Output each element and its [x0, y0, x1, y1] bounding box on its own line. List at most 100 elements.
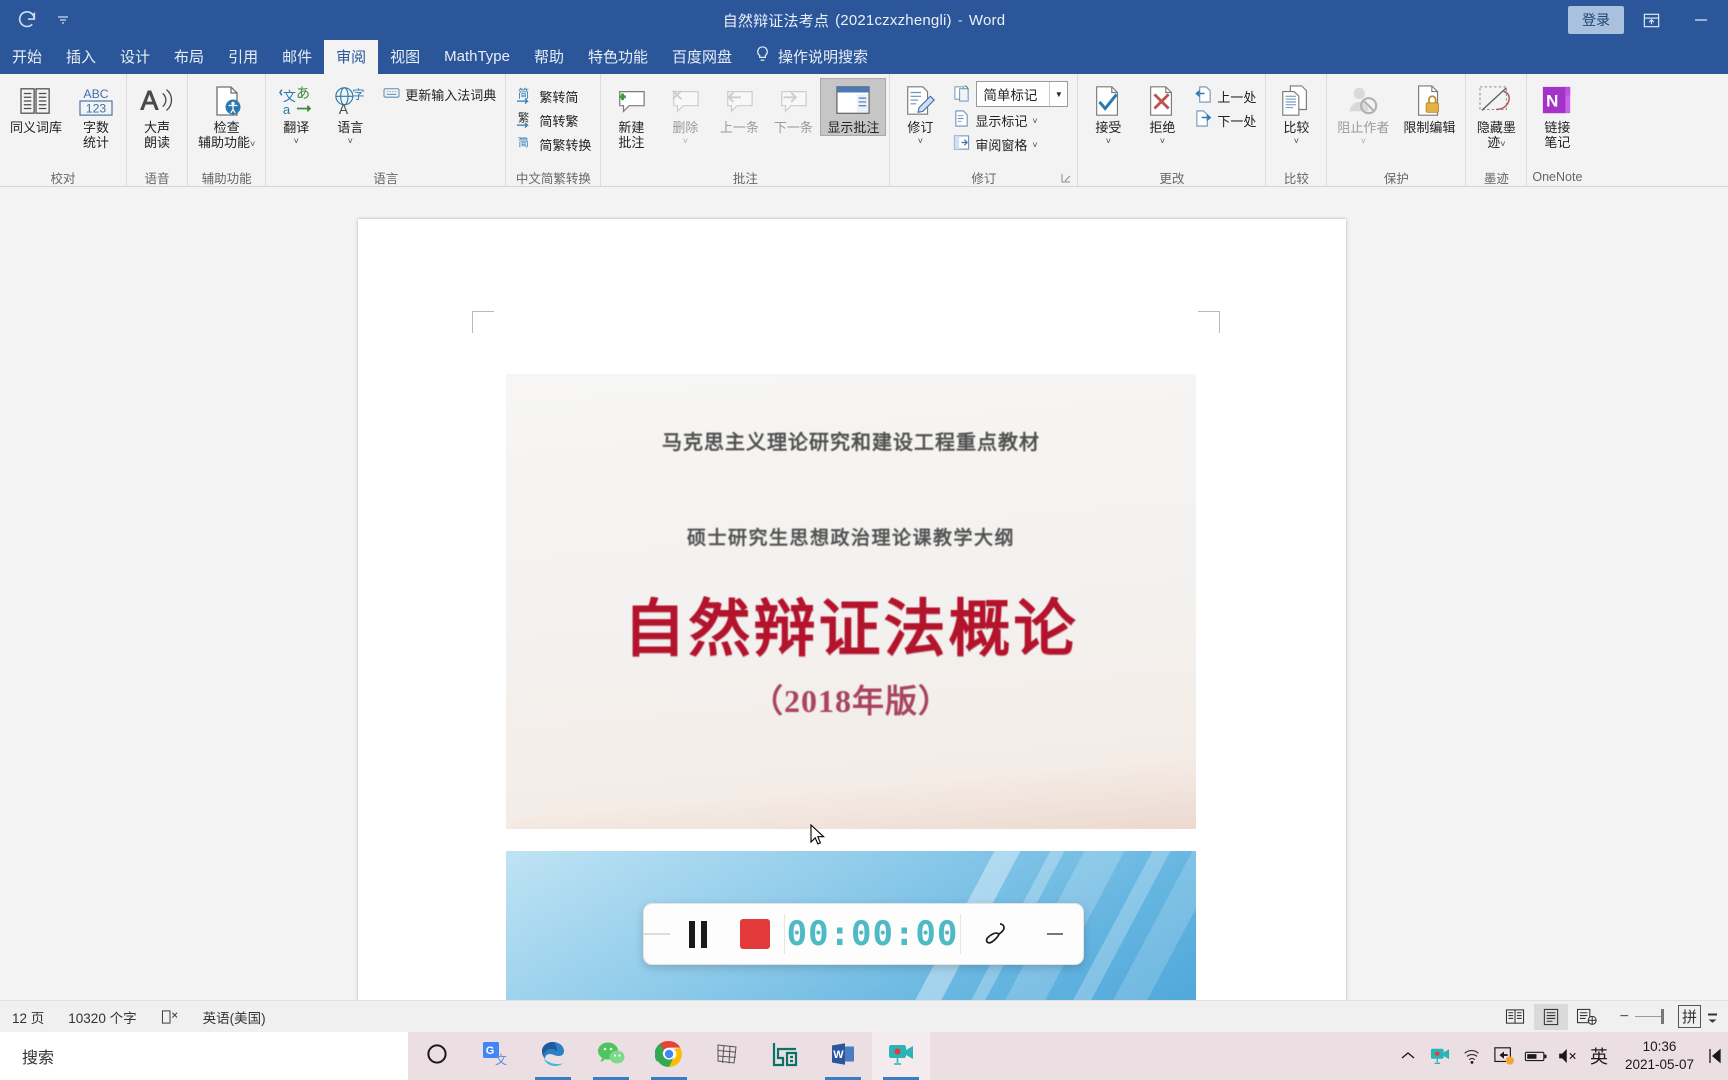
show-markup-button[interactable]: 显示标记 ˅ — [947, 108, 1074, 132]
annotation-pen-button[interactable] — [961, 919, 1027, 949]
screen-recorder-toolbar[interactable]: 00:00:00 — [643, 903, 1084, 965]
chevron-down-icon[interactable]: ▼ — [1049, 82, 1067, 106]
taskbar-word-button[interactable]: W — [814, 1032, 872, 1080]
previous-change-button[interactable]: 上一处 — [1189, 84, 1262, 108]
check-accessibility-button[interactable]: 检查 辅助功能˅ — [191, 78, 262, 151]
microsoft-edge-icon — [539, 1040, 567, 1073]
ime-english-icon[interactable]: 英 — [1585, 1032, 1613, 1080]
volume-muted-icon[interactable] — [1553, 1032, 1583, 1080]
hide-ink-button[interactable]: 隐藏墨 迹˅ — [1469, 78, 1523, 151]
accept-caret-icon[interactable]: ˅ — [1106, 136, 1111, 146]
simplified-traditional-conversion-button[interactable]: 简 简繁转换 — [509, 132, 597, 156]
tracking-dialog-launcher[interactable] — [1060, 172, 1072, 184]
reviewing-pane-caret-icon[interactable]: ˅ — [1032, 140, 1037, 150]
translate-button[interactable]: 文 あ a 翻译 ˅ — [269, 78, 323, 147]
language-caret-icon[interactable]: ˅ — [348, 136, 353, 146]
cover-header-line2: 硕士研究生思想政治理论课教学大纲 — [686, 528, 1015, 549]
next-change-button[interactable]: 下一处 — [1189, 108, 1262, 132]
action-center-button[interactable] — [1706, 1032, 1724, 1080]
reject-caret-icon[interactable]: ˅ — [1160, 136, 1165, 146]
zoom-slider[interactable]: − — [1606, 1008, 1672, 1026]
network-wifi-icon[interactable] — [1457, 1032, 1487, 1080]
new-comment-button[interactable]: 新建 批注 — [604, 78, 658, 151]
reviewing-pane-button[interactable]: 审阅窗格 ˅ — [947, 132, 1074, 156]
document-canvas[interactable]: 马克思主义理论研究和建设工程重点教材 硕士研究生思想政治理论课教学大纲 自然辩证… — [0, 187, 1728, 1000]
compare-caret-icon[interactable]: ˅ — [1294, 136, 1299, 146]
translate-caret-icon[interactable]: ˅ — [294, 136, 299, 146]
taskbar-search-input[interactable]: 搜索 — [0, 1032, 408, 1080]
svg-text:ABC: ABC — [83, 87, 108, 101]
onedrive-sync-icon[interactable] — [1489, 1032, 1519, 1080]
show-markup-caret-icon[interactable]: ˅ — [1032, 116, 1037, 126]
tell-me-search[interactable]: 操作说明搜索 — [744, 39, 878, 74]
word-count-button[interactable]: ABC 123 字数 统计 — [69, 78, 123, 151]
taskbar-chrome-button[interactable] — [640, 1032, 698, 1080]
minimize-recorder-button[interactable] — [1027, 929, 1083, 939]
traditional-to-simplified-button[interactable]: 简 繁转简 — [509, 84, 597, 108]
taskbar-app-buttons: G 文 W — [408, 1032, 930, 1080]
zoom-out-button[interactable]: − — [1614, 1008, 1635, 1026]
taskbar-wechat-button[interactable] — [582, 1032, 640, 1080]
tab-insert[interactable]: 插入 — [54, 40, 108, 74]
tab-help[interactable]: 帮助 — [522, 40, 576, 74]
language-indicator[interactable]: 英语(美国) — [191, 1007, 278, 1027]
simplified-to-traditional-button[interactable]: 繁 简转繁 — [509, 108, 597, 132]
taskbar-grid-app-button[interactable] — [698, 1032, 756, 1080]
zoom-handle[interactable] — [1660, 1009, 1664, 1024]
tab-mathtype[interactable]: MathType — [432, 40, 522, 74]
pause-recording-button[interactable] — [670, 920, 726, 948]
zoom-track[interactable] — [1634, 1016, 1661, 1017]
print-layout-button[interactable] — [1533, 1003, 1568, 1030]
show-hidden-icons-chevron-icon[interactable] — [1393, 1032, 1423, 1080]
accept-button[interactable]: 接受 ˅ — [1081, 78, 1135, 147]
tab-view[interactable]: 视图 — [378, 40, 432, 74]
battery-icon[interactable] — [1521, 1032, 1551, 1080]
ime-status-indicator[interactable]: 拼 — [1674, 1005, 1722, 1028]
reject-button[interactable]: 拒绝 ˅ — [1135, 78, 1189, 147]
linked-notes-button[interactable]: N 链接 笔记 — [1530, 78, 1584, 151]
sign-in-button[interactable]: 登录 — [1568, 6, 1624, 34]
word-count-indicator[interactable]: 10320 个字 — [56, 1007, 148, 1027]
web-layout-button[interactable] — [1570, 1004, 1604, 1030]
minimize-window-icon[interactable] — [1678, 3, 1724, 37]
tab-special-features[interactable]: 特色功能 — [576, 40, 660, 74]
tab-start[interactable]: 开始 — [0, 40, 54, 74]
title-bar-controls: 登录 — [1568, 0, 1728, 40]
track-changes-button[interactable]: 修订 ˅ — [893, 78, 947, 147]
read-mode-button[interactable] — [1498, 1004, 1532, 1030]
taskbar-screen-recorder-button[interactable] — [872, 1032, 930, 1080]
tab-baidu-netdisk[interactable]: 百度网盘 — [660, 40, 744, 74]
restrict-editing-button[interactable]: 限制编辑 — [1396, 78, 1462, 136]
display-for-review-combo[interactable]: 简单标记 ▼ — [976, 81, 1069, 107]
document-page[interactable]: 马克思主义理论研究和建设工程重点教材 硕士研究生思想政治理论课教学大纲 自然辩证… — [358, 219, 1346, 1000]
page-indicator[interactable]: 12 页 — [0, 1007, 56, 1027]
proofing-errors-icon[interactable] — [149, 1009, 191, 1025]
delete-comment-caret-icon: ˅ — [682, 136, 688, 146]
compare-button[interactable]: 比较 ˅ — [1269, 78, 1323, 147]
show-comments-button[interactable]: 显示批注 — [820, 78, 887, 136]
tab-design[interactable]: 设计 — [108, 40, 162, 74]
tab-review[interactable]: 审阅 — [324, 40, 379, 74]
screen-recorder-tray-icon[interactable] — [1425, 1032, 1455, 1080]
tab-references[interactable]: 引用 — [216, 40, 270, 74]
taskbar-teamviewer-button[interactable] — [756, 1032, 814, 1080]
svg-text:文: 文 — [495, 1052, 507, 1067]
ime-spinner-icon[interactable] — [1707, 1010, 1718, 1024]
book-cover-image[interactable]: 马克思主义理论研究和建设工程重点教材 硕士研究生思想政治理论课教学大纲 自然辩证… — [506, 374, 1196, 829]
update-ime-dictionary-button[interactable]: 更新输入法词典 — [377, 82, 502, 106]
taskbar-google-translate-button[interactable]: G 文 — [466, 1032, 524, 1080]
thesaurus-button[interactable]: 同义词库 — [3, 78, 69, 136]
stop-recording-button[interactable] — [726, 919, 784, 949]
comment-next-icon — [776, 82, 810, 120]
taskbar-cortana-button[interactable] — [408, 1032, 466, 1080]
tab-layout[interactable]: 布局 — [162, 40, 216, 74]
tab-mailings[interactable]: 邮件 — [270, 40, 324, 74]
read-aloud-button[interactable]: A 大声 朗读 — [130, 78, 184, 151]
taskbar-clock[interactable]: 10:36 2021-05-07 — [1615, 1038, 1704, 1074]
track-changes-caret-icon[interactable]: ˅ — [918, 136, 923, 146]
ribbon-display-options-icon[interactable] — [1628, 3, 1674, 37]
taskbar-edge-button[interactable] — [524, 1032, 582, 1080]
update-ime-dictionary-label: 更新输入法词典 — [405, 87, 497, 103]
language-button[interactable]: A 字 语言 ˅ — [323, 78, 377, 147]
drag-handle-icon[interactable] — [644, 931, 671, 937]
